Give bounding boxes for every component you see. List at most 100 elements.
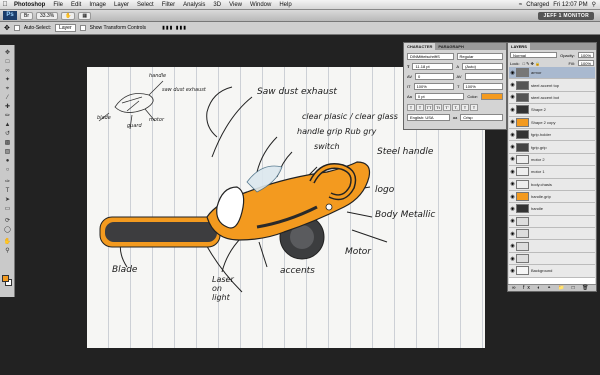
- layer-row[interactable]: ◉ fgrip.holder: [509, 128, 595, 142]
- faux-italic-button[interactable]: T: [416, 104, 424, 111]
- move-tool-icon[interactable]: ✥: [4, 24, 10, 32]
- tab-character[interactable]: CHARACTER: [404, 43, 436, 50]
- menu-3d[interactable]: 3D: [209, 0, 225, 10]
- layer-row[interactable]: ◉ handle: [509, 203, 595, 216]
- tracking-field[interactable]: [464, 73, 503, 80]
- move-tool-icon[interactable]: ✥: [2, 49, 13, 57]
- layer-row[interactable]: ◉: [509, 252, 595, 266]
- dodge-tool-icon[interactable]: ○: [2, 166, 13, 174]
- eye-icon[interactable]: ◉: [509, 119, 516, 125]
- menu-filter[interactable]: Filter: [158, 0, 179, 10]
- baseline-shift-field[interactable]: 0 pt: [414, 93, 465, 100]
- bridge-button[interactable]: Br: [20, 11, 33, 20]
- stamp-tool-icon[interactable]: ▲: [2, 121, 13, 129]
- spotlight-icon[interactable]: ⚲: [592, 1, 596, 8]
- foreground-color-swatch[interactable]: [2, 275, 9, 282]
- hand-icon[interactable]: ✋: [61, 11, 76, 20]
- menu-help[interactable]: Help: [275, 0, 295, 10]
- underline-button[interactable]: T: [461, 104, 469, 111]
- eye-icon[interactable]: ◉: [509, 206, 516, 212]
- eye-icon[interactable]: ◉: [509, 107, 516, 113]
- menu-select[interactable]: Select: [133, 0, 158, 10]
- eye-icon[interactable]: ◉: [509, 82, 516, 88]
- menu-window[interactable]: Window: [246, 0, 275, 10]
- battery-status[interactable]: Charged: [526, 2, 549, 8]
- wifi-icon[interactable]: ≈: [519, 2, 522, 8]
- 3d-rotate-icon[interactable]: ⟳: [2, 217, 13, 225]
- quick-select-tool-icon[interactable]: ✦: [2, 76, 13, 84]
- eye-icon[interactable]: ◉: [509, 256, 516, 262]
- workspace-switcher[interactable]: JEFF 1 MONITOR: [538, 11, 594, 20]
- lasso-tool-icon[interactable]: ∞: [2, 67, 13, 75]
- all-caps-button[interactable]: TT: [425, 104, 433, 111]
- menu-app-photoshop[interactable]: Photoshop: [10, 0, 49, 10]
- faux-bold-button[interactable]: T: [407, 104, 415, 111]
- vertical-scale-field[interactable]: 100%: [413, 83, 455, 90]
- font-family-field[interactable]: DINMittelschriftS: [407, 53, 454, 60]
- subscript-button[interactable]: T,: [452, 104, 460, 111]
- menu-image[interactable]: Image: [85, 0, 110, 10]
- eye-icon[interactable]: ◉: [509, 243, 516, 249]
- blur-tool-icon[interactable]: ●: [2, 157, 13, 165]
- marquee-tool-icon[interactable]: □: [2, 58, 13, 66]
- eye-icon[interactable]: ◉: [509, 70, 516, 76]
- zoom-tool-icon[interactable]: ⚲: [2, 247, 13, 255]
- layer-row[interactable]: ◉ motor 1: [509, 166, 595, 179]
- lock-icons[interactable]: □ ✎ ✥ 🔒: [523, 61, 566, 66]
- menu-layer[interactable]: Layer: [110, 0, 133, 10]
- shape-tool-icon[interactable]: ▭: [2, 205, 13, 213]
- path-select-icon[interactable]: ➤: [2, 196, 13, 204]
- eye-icon[interactable]: ◉: [509, 194, 516, 200]
- font-style-field[interactable]: Regular: [456, 53, 503, 60]
- layer-row[interactable]: ◉: [509, 215, 595, 229]
- align-buttons[interactable]: ▮▮▮ ▮▮▮: [162, 25, 187, 31]
- kerning-field[interactable]: 0: [415, 73, 454, 80]
- tab-layers[interactable]: LAYERS: [508, 43, 530, 50]
- opacity-field[interactable]: 100%: [577, 52, 594, 58]
- superscript-button[interactable]: T': [443, 104, 451, 111]
- layer-row[interactable]: ◉ steel accent bot: [509, 91, 595, 105]
- language-dropdown[interactable]: English: USA: [407, 114, 450, 121]
- layer-buttons[interactable]: ∞ fx ◐ ◓ 📁 □ 🗑: [508, 285, 591, 291]
- font-size-field[interactable]: 11.18 pt: [412, 63, 454, 70]
- auto-select-dropdown[interactable]: Layer: [55, 24, 76, 32]
- type-tool-icon[interactable]: T: [2, 187, 13, 195]
- history-brush-icon[interactable]: ↺: [2, 130, 13, 138]
- tab-paragraph[interactable]: PARAGRAPH: [435, 43, 466, 50]
- layer-row[interactable]: ◉ Shape 2 copy: [509, 116, 595, 129]
- fill-field[interactable]: 100%: [577, 60, 594, 66]
- gradient-tool-icon[interactable]: ▧: [2, 148, 13, 156]
- strikethrough-button[interactable]: T: [470, 104, 478, 111]
- menu-analysis[interactable]: Analysis: [179, 0, 209, 10]
- eye-icon[interactable]: ◉: [509, 169, 516, 175]
- blend-mode-dropdown[interactable]: Normal: [510, 52, 558, 58]
- eraser-tool-icon[interactable]: ▩: [2, 139, 13, 147]
- leading-field[interactable]: (Auto): [462, 63, 503, 70]
- menu-file[interactable]: File: [49, 0, 67, 10]
- healing-tool-icon[interactable]: ✚: [2, 103, 13, 111]
- arrange-icon[interactable]: ▦: [78, 11, 92, 20]
- auto-select-checkbox[interactable]: [13, 25, 20, 31]
- layer-row[interactable]: ◉ armor: [509, 67, 595, 80]
- anti-alias-dropdown[interactable]: Crisp: [460, 114, 504, 121]
- apple-icon[interactable]: : [0, 1, 10, 8]
- eye-icon[interactable]: ◉: [509, 268, 516, 274]
- layer-row[interactable]: ◉ motor 2: [509, 153, 595, 167]
- eye-icon[interactable]: ◉: [509, 132, 516, 138]
- transform-controls-checkbox[interactable]: [79, 25, 86, 31]
- horizontal-scale-field[interactable]: 100%: [462, 83, 504, 90]
- brush-tool-icon[interactable]: ✏: [2, 112, 13, 120]
- layer-row[interactable]: ◉ Background: [509, 265, 595, 278]
- eye-icon[interactable]: ◉: [509, 94, 516, 100]
- crop-tool-icon[interactable]: ⌖: [2, 85, 13, 93]
- hand-tool-icon[interactable]: ✋: [2, 238, 13, 246]
- text-color-swatch[interactable]: [481, 93, 503, 100]
- menubar-clock[interactable]: Fri 12:07 PM: [553, 2, 587, 8]
- layer-row[interactable]: ◉ fgrip.grip: [509, 141, 595, 154]
- layer-row[interactable]: ◉ body.chasis: [509, 178, 595, 191]
- eye-icon[interactable]: ◉: [509, 181, 516, 187]
- eye-icon[interactable]: ◉: [509, 231, 516, 237]
- layer-row[interactable]: ◉ Shape 2: [509, 104, 595, 117]
- 3d-orbit-icon[interactable]: ◯: [2, 226, 13, 234]
- layer-row[interactable]: ◉ steel accent top: [509, 79, 595, 92]
